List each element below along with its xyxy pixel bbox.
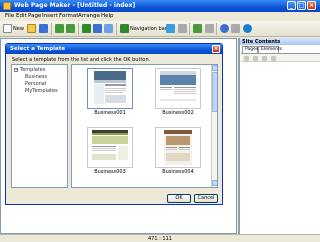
navigation-bar-label[interactable]: Navigation bar (130, 26, 167, 32)
scroll-thumb[interactable] (212, 72, 217, 112)
dialog-title: Select a Template (10, 46, 66, 52)
close-window-button[interactable]: × (307, 1, 316, 10)
menu-file[interactable]: File (5, 13, 14, 19)
dropdown-arrow-icon[interactable] (231, 24, 240, 33)
text-box-icon[interactable] (82, 24, 91, 33)
preview-globe-icon[interactable] (243, 24, 252, 33)
template-name[interactable]: Business004 (148, 169, 208, 175)
template-name[interactable]: Business003 (80, 169, 140, 175)
scroll-down-arrow-icon[interactable] (212, 180, 217, 186)
tab-elements-label: Elements (261, 47, 282, 52)
new-page-tool-icon[interactable] (244, 56, 249, 61)
gallery-scrollbar[interactable] (211, 65, 217, 187)
dropdown-arrow-icon[interactable] (178, 24, 187, 33)
menu-edit[interactable]: Edit (16, 13, 27, 19)
move-down-tool-icon[interactable] (271, 56, 276, 61)
app-title-bar: Web Page Maker - [Untitled - index] _ □ … (0, 0, 320, 12)
menu-page[interactable]: Page (28, 13, 41, 19)
pencil-icon[interactable] (193, 24, 202, 33)
status-bar: 471 : 111 (0, 234, 320, 242)
menu-format[interactable]: Format (59, 13, 78, 19)
form-icon[interactable] (166, 24, 175, 33)
menu-help[interactable]: Help (101, 13, 114, 19)
tab-pages[interactable]: Pages (242, 46, 258, 53)
maximize-button[interactable]: □ (297, 1, 306, 10)
template-preview-image (88, 69, 132, 108)
menu-insert[interactable]: Insert (42, 13, 58, 19)
site-contents-panel: Site Contents Pages Elements (239, 38, 320, 234)
panel-toolbar (241, 53, 320, 62)
panel-header: Site Contents (240, 38, 320, 45)
menu-bar: File Edit Page Insert Format Arrange Hel… (0, 12, 320, 21)
window-title: Web Page Maker - [Untitled - index] (14, 2, 136, 9)
cancel-button[interactable]: Cancel (194, 194, 218, 203)
toolbar-separator (189, 23, 190, 35)
dialog-title-bar: Select a Template × (6, 44, 222, 54)
dialog-close-button[interactable]: × (212, 45, 220, 53)
template-gallery: Business001 Business002 Business003 Busi… (71, 64, 218, 188)
scroll-up-arrow-icon[interactable] (212, 65, 217, 71)
toolbar-separator (116, 23, 117, 35)
menu-arrange[interactable]: Arrange (78, 13, 100, 19)
tab-pages-label: Pages (245, 47, 259, 52)
ok-button[interactable]: OK (167, 194, 191, 203)
template-thumbnail-business002[interactable] (155, 68, 201, 109)
new-button-label[interactable]: New (13, 26, 24, 32)
template-thumbnail-business004[interactable] (155, 127, 201, 168)
template-thumbnail-business003[interactable] (87, 127, 133, 168)
navigation-bar-icon[interactable] (120, 24, 129, 33)
template-category-tree: − Templates Business Personal MyTemplate… (11, 64, 68, 188)
main-toolbar: New Navigation bar (0, 21, 320, 37)
new-page-icon[interactable] (3, 24, 12, 33)
template-name[interactable]: Business002 (148, 110, 208, 116)
move-up-tool-icon[interactable] (262, 56, 267, 61)
tree-item-personal[interactable]: Personal (25, 81, 46, 87)
undo-icon[interactable] (55, 24, 64, 33)
open-folder-icon[interactable] (27, 24, 36, 33)
tree-item-mytemplates[interactable]: MyTemplates (25, 88, 58, 94)
collapse-icon[interactable]: − (14, 68, 18, 72)
tree-item-business[interactable]: Business (25, 74, 47, 80)
dialog-instruction: Select a template from the list and clic… (12, 57, 151, 63)
template-preview-image (156, 69, 200, 108)
dropdown-arrow-icon[interactable] (205, 24, 214, 33)
flash-icon[interactable] (104, 24, 113, 33)
redo-icon[interactable] (66, 24, 75, 33)
toolbar-separator (216, 23, 217, 35)
select-template-dialog: Select a Template × Select a template fr… (5, 43, 223, 205)
template-preview-image (88, 128, 132, 167)
publish-icon[interactable] (220, 24, 229, 33)
panel-title: Site Contents (242, 39, 281, 45)
tree-item-templates[interactable]: Templates (20, 67, 45, 73)
template-thumbnail-business001[interactable] (87, 68, 133, 109)
app-icon (3, 2, 11, 10)
template-name[interactable]: Business001 (80, 110, 140, 116)
minimize-button[interactable]: _ (287, 1, 296, 10)
template-preview-image (156, 128, 200, 167)
toolbar-separator (51, 23, 52, 35)
cursor-coordinates: 471 : 111 (148, 236, 172, 242)
save-icon[interactable] (39, 24, 48, 33)
delete-page-tool-icon[interactable] (253, 56, 258, 61)
toolbar-separator (78, 23, 79, 35)
image-icon[interactable] (93, 24, 102, 33)
tab-elements[interactable]: Elements (258, 46, 282, 53)
